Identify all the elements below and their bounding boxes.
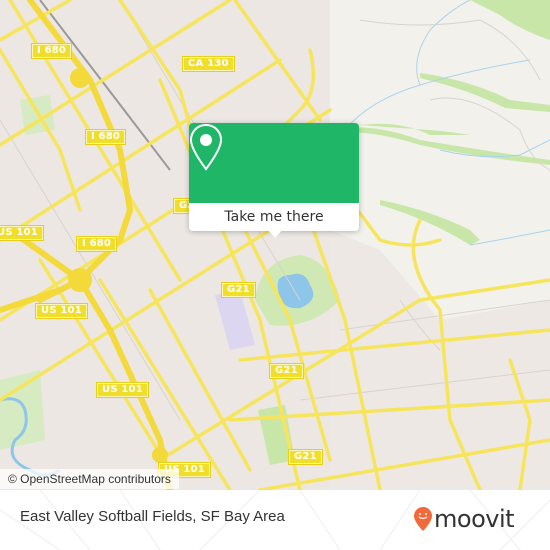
map-attribution[interactable]: © OpenStreetMap contributors xyxy=(0,469,179,489)
interchange xyxy=(68,268,92,292)
road-shield-g21: G21 xyxy=(269,363,304,379)
take-me-there-button[interactable]: Take me there xyxy=(189,203,359,231)
footer-bar: East Valley Softball Fields, SF Bay Area… xyxy=(0,490,550,550)
road-shield-i680: I 680 xyxy=(84,129,127,145)
road-shield-us101: US 101 xyxy=(0,225,44,241)
location-title: East Valley Softball Fields, SF Bay Area xyxy=(20,508,285,525)
map-pin-icon xyxy=(189,123,223,171)
road-shield-i680: I 680 xyxy=(30,43,73,59)
park-southwest xyxy=(0,370,45,450)
location-popup: Take me there xyxy=(189,123,359,238)
road-shield-g21: G21 xyxy=(288,449,323,465)
road-shield-ca130: CA 130 xyxy=(182,56,235,72)
map-view[interactable]: I 680 CA 130 I 680 US 101 I 680 G21 US 1… xyxy=(0,0,550,490)
interchange-north xyxy=(70,68,90,88)
road-shield-us101: US 101 xyxy=(96,382,149,398)
interchange-south xyxy=(152,447,168,463)
popup-pointer xyxy=(266,228,284,238)
road-shield-us101: US 101 xyxy=(35,303,88,319)
moovit-wordmark: moovit xyxy=(434,505,515,533)
road-shield-g21: G21 xyxy=(221,282,256,298)
popup-header xyxy=(189,123,359,203)
road-shield-i680: I 680 xyxy=(75,236,118,252)
moovit-pin-icon xyxy=(414,507,432,531)
